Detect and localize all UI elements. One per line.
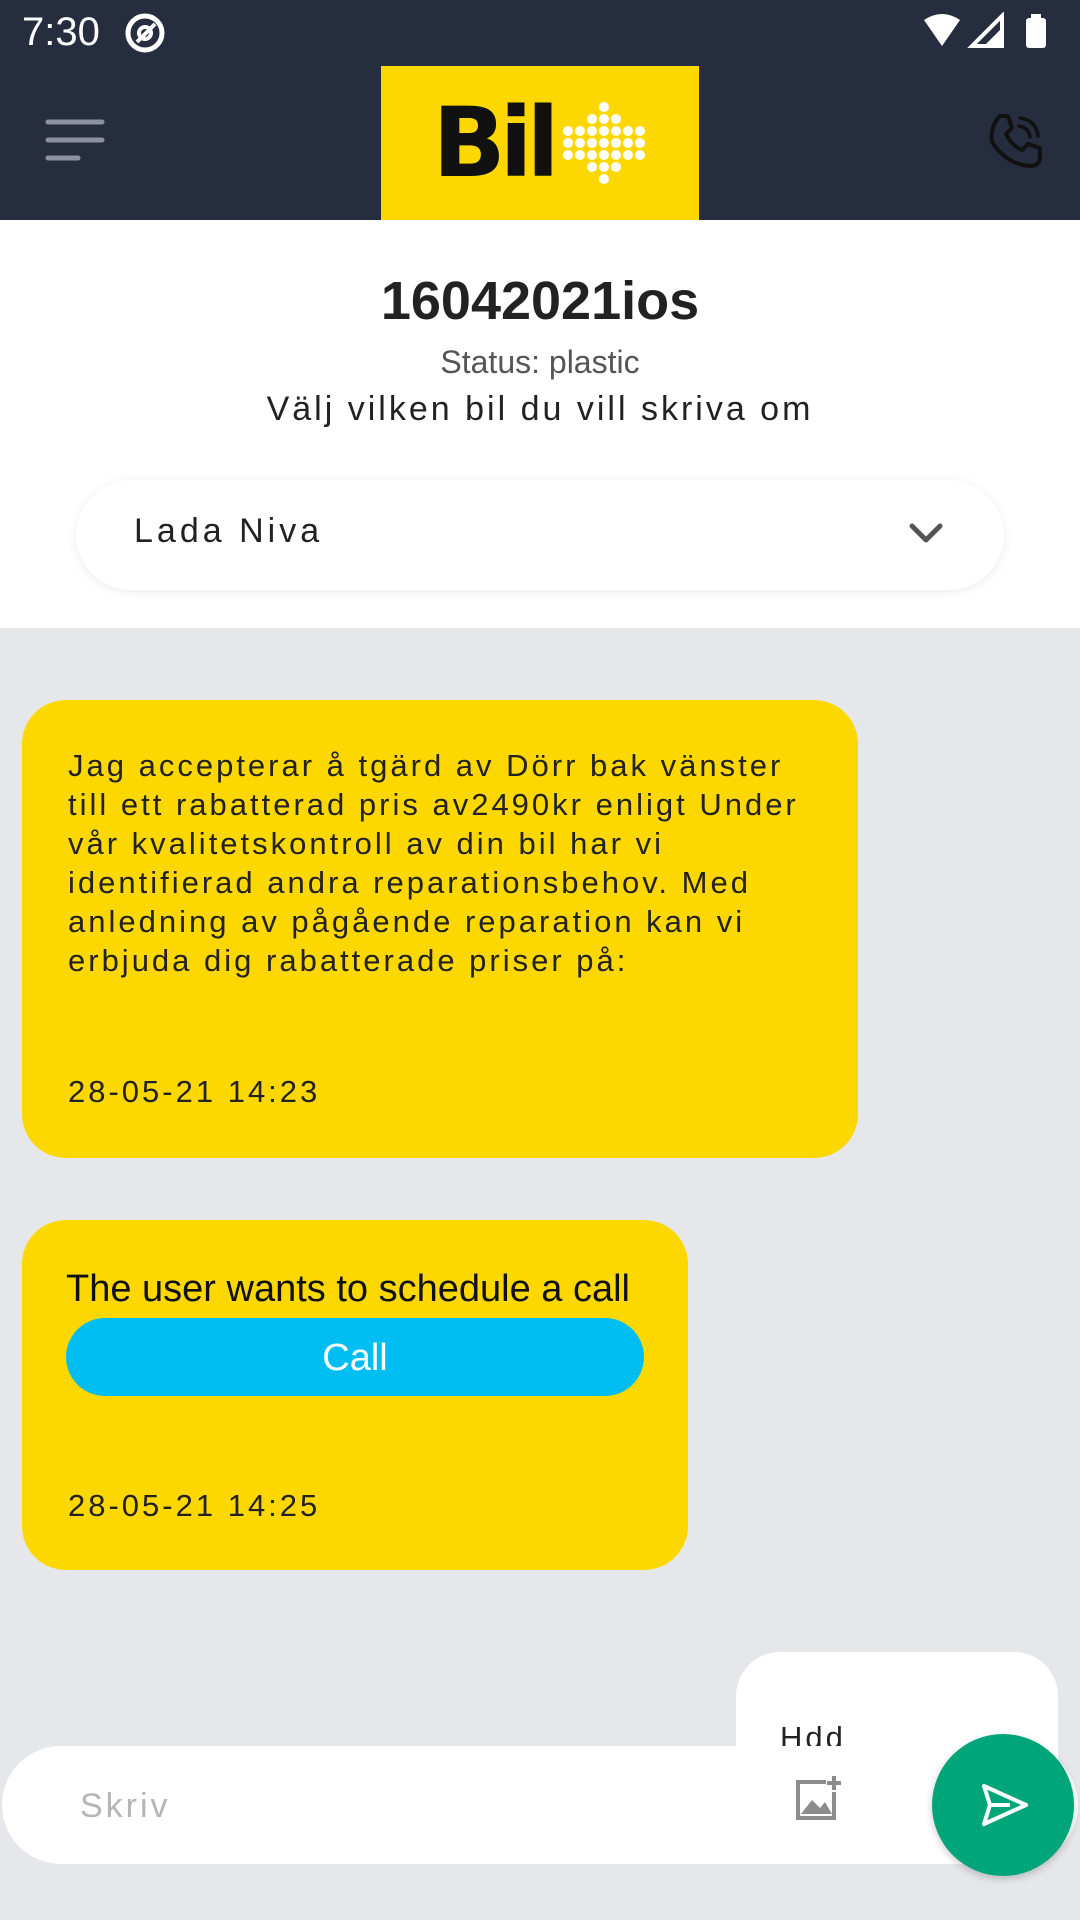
status-bar: 7:30: [0, 0, 1080, 66]
message-timestamp: 28-05-21 14:23: [68, 1074, 321, 1109]
battery-icon: [1026, 14, 1046, 48]
chevron-down-icon: [909, 523, 943, 543]
brand-logo: Bil: [381, 66, 699, 220]
status-time: 7:30: [22, 10, 100, 54]
call-button[interactable]: Call: [66, 1318, 644, 1396]
logo-text: Bil: [432, 87, 560, 199]
wifi-icon: [924, 14, 960, 46]
message-bubble-received: Jag accepterar å tgärd av Dörr bak vänst…: [22, 700, 858, 1158]
message-input[interactable]: [78, 1780, 702, 1832]
message-bubble-call-request: The user wants to schedule a call Call 2…: [22, 1220, 688, 1570]
message-text: The user wants to schedule a call: [66, 1268, 630, 1310]
add-photo-icon[interactable]: [792, 1774, 842, 1824]
conversation-header: 16042021ios Status: plastic Välj vilken …: [0, 220, 1080, 628]
selected-car-value: Lada Niva: [134, 512, 324, 550]
plus-dots-icon: [563, 102, 646, 184]
message-text: Jag accepterar å tgärd av Dörr bak vänst…: [68, 748, 799, 978]
app-bar: Bil: [0, 66, 1080, 220]
send-button[interactable]: [932, 1734, 1074, 1876]
message-timestamp: 28-05-21 14:25: [68, 1488, 321, 1523]
hamburger-menu-icon[interactable]: [44, 116, 106, 164]
system-status-icons: [924, 12, 1046, 48]
car-select-dropdown[interactable]: Lada Niva: [76, 480, 1004, 590]
signal-icon: [967, 12, 1004, 48]
choose-car-prompt: Välj vilken bil du vill skriva om: [266, 390, 814, 428]
message-composer: [2, 1746, 1078, 1864]
at-sign-icon: [125, 13, 165, 53]
car-id-title: 16042021ios: [380, 271, 700, 331]
car-status: Status: plastic: [440, 344, 640, 380]
send-icon: [982, 1784, 1028, 1826]
phone-icon[interactable]: [986, 112, 1044, 170]
